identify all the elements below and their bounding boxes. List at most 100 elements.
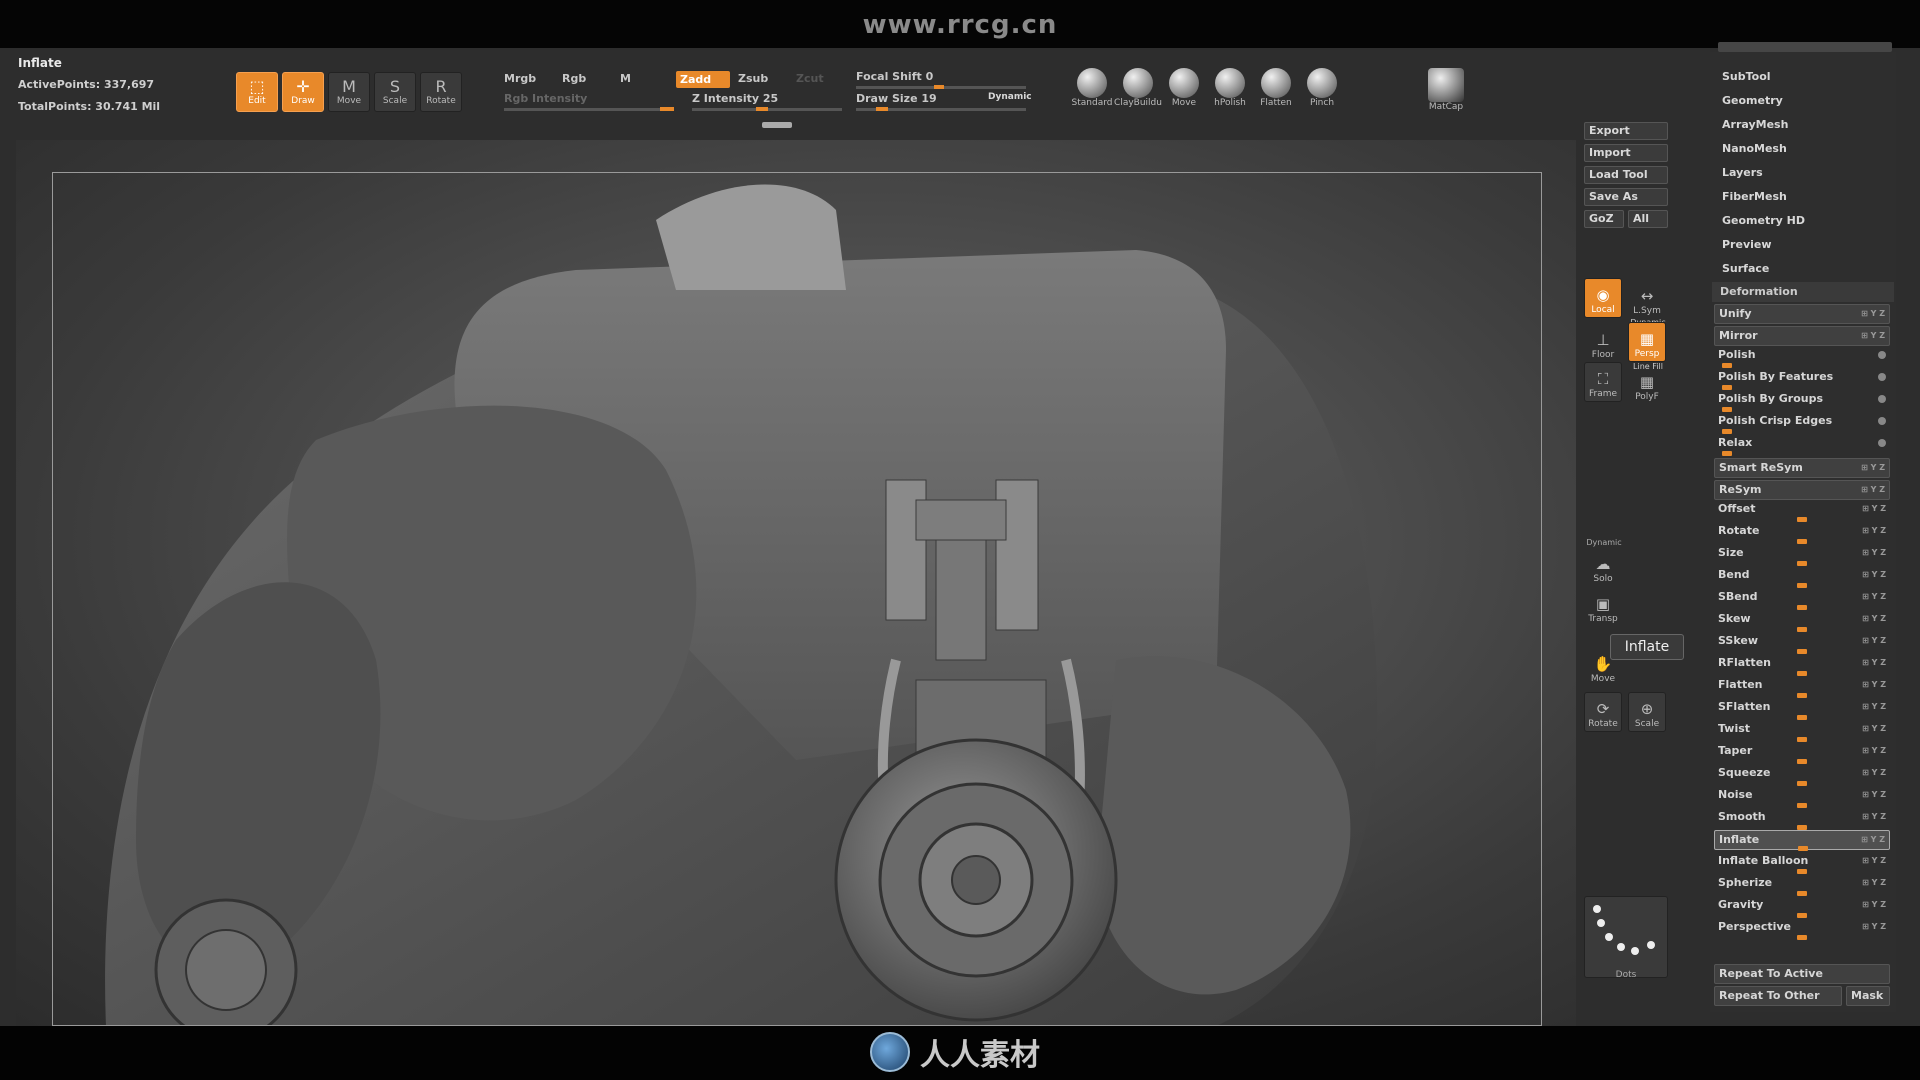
deformation-polish-crisp-edges[interactable]: Polish Crisp Edges	[1714, 412, 1890, 434]
axis-toggle-icons[interactable]: ⊞ Y Z	[1862, 896, 1886, 914]
deformation-rflatten[interactable]: RFlatten ⊞ Y Z	[1714, 654, 1890, 676]
focal-shift-slider[interactable]: Focal Shift 0	[856, 70, 933, 83]
mask-button[interactable]: Mask	[1846, 986, 1890, 1006]
rgb-intensity-slider[interactable]: Rgb Intensity	[504, 92, 587, 105]
import-button[interactable]: Import	[1584, 144, 1668, 162]
brush-hpolish[interactable]: hPolish	[1210, 68, 1250, 108]
zsub-button[interactable]: Zsub	[738, 72, 768, 85]
deformation-slider-knob[interactable]	[1797, 935, 1807, 940]
matcap-button[interactable]: MatCap	[1426, 68, 1466, 112]
deformation-sskew[interactable]: SSkew ⊞ Y Z	[1714, 632, 1890, 654]
palette-item-geometry[interactable]: Geometry	[1722, 94, 1783, 107]
axis-toggle-icons[interactable]: ⊞ Y Z	[1861, 327, 1885, 345]
rotate-view-button[interactable]: ⟳ Rotate	[1584, 692, 1622, 732]
brush-claybuildu[interactable]: ClayBuildu	[1114, 68, 1162, 108]
palette-item-arraymesh[interactable]: ArrayMesh	[1722, 118, 1788, 131]
deformation-smooth[interactable]: Smooth ⊞ Y Z	[1714, 808, 1890, 830]
polish-circle-icon[interactable]	[1878, 373, 1886, 381]
deformation-resym[interactable]: ReSym ⊞ Y Z	[1714, 480, 1890, 500]
deformation-relax[interactable]: Relax	[1714, 434, 1890, 456]
m-button[interactable]: M	[620, 72, 631, 85]
floor-button[interactable]: ⊥ Floor	[1584, 322, 1622, 362]
deformation-taper[interactable]: Taper ⊞ Y Z	[1714, 742, 1890, 764]
deformation-unify[interactable]: Unify ⊞ Y Z	[1714, 304, 1890, 324]
deformation-mirror[interactable]: Mirror ⊞ Y Z	[1714, 326, 1890, 346]
repeat-to-other-button[interactable]: Repeat To Other	[1714, 986, 1842, 1006]
deformation-squeeze[interactable]: Squeeze ⊞ Y Z	[1714, 764, 1890, 786]
deformation-slider-knob[interactable]	[1798, 846, 1808, 851]
load-tool-button[interactable]: Load Tool	[1584, 166, 1668, 184]
deformation-flatten[interactable]: Flatten ⊞ Y Z	[1714, 676, 1890, 698]
deformation-offset[interactable]: Offset ⊞ Y Z	[1714, 500, 1890, 522]
axis-toggle-icons[interactable]: ⊞ Y Z	[1862, 874, 1886, 892]
axis-toggle-icons[interactable]: ⊞ Y Z	[1861, 481, 1885, 499]
persp-button[interactable]: ▦ Persp	[1628, 322, 1666, 362]
deformation-bend[interactable]: Bend ⊞ Y Z	[1714, 566, 1890, 588]
axis-toggle-icons[interactable]: ⊞ Y Z	[1862, 610, 1886, 628]
scale-view-button[interactable]: ⊕ Scale	[1628, 692, 1666, 732]
axis-toggle-icons[interactable]: ⊞ Y Z	[1862, 764, 1886, 782]
deformation-polish[interactable]: Polish	[1714, 346, 1890, 368]
deformation-sbend[interactable]: SBend ⊞ Y Z	[1714, 588, 1890, 610]
brush-flatten[interactable]: Flatten	[1256, 68, 1296, 108]
polish-circle-icon[interactable]	[1878, 351, 1886, 359]
dynamic-toggle[interactable]: Dynamic	[988, 92, 1032, 102]
draw-size-knob[interactable]	[876, 107, 888, 111]
focal-shift-knob[interactable]	[934, 85, 944, 89]
palette-item-subtool[interactable]: SubTool	[1722, 70, 1771, 83]
deformation-size[interactable]: Size ⊞ Y Z	[1714, 544, 1890, 566]
axis-toggle-icons[interactable]: ⊞ Y Z	[1861, 831, 1885, 849]
deformation-inflate-balloon[interactable]: Inflate Balloon ⊞ Y Z	[1714, 852, 1890, 874]
axis-toggle-icons[interactable]: ⊞ Y Z	[1862, 588, 1886, 606]
deformation-smart-resym[interactable]: Smart ReSym ⊞ Y Z	[1714, 458, 1890, 478]
palette-item-preview[interactable]: Preview	[1722, 238, 1772, 251]
z-intensity-knob[interactable]	[756, 107, 768, 111]
axis-toggle-icons[interactable]: ⊞ Y Z	[1862, 676, 1886, 694]
mode-button-move[interactable]: M Move	[328, 72, 370, 112]
mode-button-edit[interactable]: ⬚ Edit	[236, 72, 278, 112]
repeat-to-active-button[interactable]: Repeat To Active	[1714, 964, 1890, 984]
lsym-button[interactable]: ↔ L.Sym	[1628, 278, 1666, 318]
rgb-intensity-knob[interactable]	[660, 107, 674, 111]
local-button[interactable]: ◉ Local	[1584, 278, 1622, 318]
deformation-header[interactable]: Deformation	[1712, 282, 1894, 302]
stroke-dots-preview[interactable]	[1584, 896, 1668, 978]
polish-circle-icon[interactable]	[1878, 395, 1886, 403]
axis-toggle-icons[interactable]: ⊞ Y Z	[1862, 566, 1886, 584]
goz-all-button[interactable]: All	[1628, 210, 1668, 228]
zcut-button[interactable]: Zcut	[796, 72, 824, 85]
save-as-button[interactable]: Save As	[1584, 188, 1668, 206]
polish-circle-icon[interactable]	[1878, 417, 1886, 425]
deformation-gravity[interactable]: Gravity ⊞ Y Z	[1714, 896, 1890, 918]
palette-item-fibermesh[interactable]: FiberMesh	[1722, 190, 1787, 203]
axis-toggle-icons[interactable]: ⊞ Y Z	[1861, 459, 1885, 477]
axis-toggle-icons[interactable]: ⊞ Y Z	[1862, 522, 1886, 540]
mrgb-button[interactable]: Mrgb	[504, 72, 536, 85]
axis-toggle-icons[interactable]: ⊞ Y Z	[1861, 305, 1885, 323]
deformation-sflatten[interactable]: SFlatten ⊞ Y Z	[1714, 698, 1890, 720]
polyf-button[interactable]: ▦ PolyF	[1628, 364, 1666, 404]
polish-circle-icon[interactable]	[1878, 439, 1886, 447]
mode-button-scale[interactable]: S Scale	[374, 72, 416, 112]
axis-toggle-icons[interactable]: ⊞ Y Z	[1862, 852, 1886, 870]
axis-toggle-icons[interactable]: ⊞ Y Z	[1862, 786, 1886, 804]
frame-button[interactable]: ⛶ Frame	[1584, 362, 1622, 402]
mode-button-draw[interactable]: ✛ Draw	[282, 72, 324, 112]
goz-button[interactable]: GoZ	[1584, 210, 1624, 228]
deformation-twist[interactable]: Twist ⊞ Y Z	[1714, 720, 1890, 742]
transp-button[interactable]: ▣ Transp	[1584, 586, 1622, 626]
deformation-perspective[interactable]: Perspective ⊞ Y Z	[1714, 918, 1890, 940]
deformation-rotate[interactable]: Rotate ⊞ Y Z	[1714, 522, 1890, 544]
axis-toggle-icons[interactable]: ⊞ Y Z	[1862, 918, 1886, 936]
axis-toggle-icons[interactable]: ⊞ Y Z	[1862, 654, 1886, 672]
deformation-polish-by-features[interactable]: Polish By Features	[1714, 368, 1890, 390]
deformation-polish-by-groups[interactable]: Polish By Groups	[1714, 390, 1890, 412]
deformation-slider-knob[interactable]	[1722, 451, 1733, 456]
rgb-button[interactable]: Rgb	[562, 72, 586, 85]
deformation-noise[interactable]: Noise ⊞ Y Z	[1714, 786, 1890, 808]
solo-button[interactable]: ☁ Solo	[1584, 546, 1622, 586]
zadd-button[interactable]: Zadd	[676, 71, 730, 88]
axis-toggle-icons[interactable]: ⊞ Y Z	[1862, 544, 1886, 562]
axis-toggle-icons[interactable]: ⊞ Y Z	[1862, 742, 1886, 760]
deformation-inflate[interactable]: Inflate ⊞ Y Z	[1714, 830, 1890, 851]
